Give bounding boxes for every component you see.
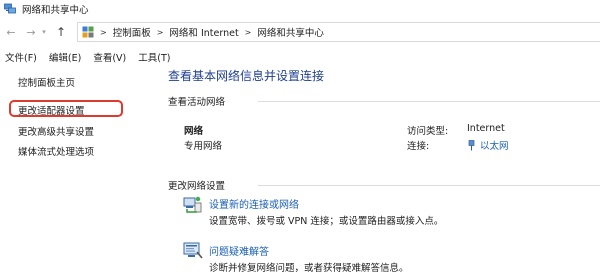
- breadcrumb-control-panel[interactable]: 控制面板: [113, 25, 151, 39]
- title-bar: 网络和共享中心: [0, 0, 600, 18]
- breadcrumb-network-internet[interactable]: 网络和 Internet: [169, 25, 238, 39]
- access-type-label: 访问类型:: [407, 126, 449, 137]
- active-networks-heading: 查看活动网络: [168, 97, 226, 108]
- sidebar-item-change-adapter-settings[interactable]: 更改适配器设置: [18, 103, 85, 117]
- menu-view[interactable]: 查看(V): [93, 50, 126, 64]
- menu-bar: 文件(F) 编辑(E) 查看(V) 工具(T): [0, 48, 600, 66]
- sidebar: 控制面板主页 更改适配器设置 更改高级共享设置 媒体流式处理选项: [0, 66, 160, 279]
- menu-tools[interactable]: 工具(T): [138, 50, 170, 64]
- chevron-right-icon[interactable]: >: [157, 28, 164, 37]
- setup-new-connection-description: 设置宽带、拨号或 VPN 连接；或设置路由器或接入点。: [209, 216, 444, 227]
- sidebar-item-media-streaming[interactable]: 媒体流式处理选项: [18, 144, 94, 158]
- menu-edit[interactable]: 编辑(E): [49, 50, 81, 64]
- window-title: 网络和共享中心: [22, 5, 89, 16]
- address-bar[interactable]: > 控制面板 > 网络和 Internet > 网络和共享中心: [77, 22, 600, 42]
- recent-locations-chevron-icon[interactable]: ▾: [40, 25, 48, 39]
- network-setup-icon: [183, 196, 202, 213]
- connections-label: 连接:: [407, 141, 430, 152]
- main-content: 查看基本网络信息并设置连接 查看活动网络 网络 专用网络 访问类型: Inter…: [160, 66, 600, 279]
- sidebar-item-control-panel-home[interactable]: 控制面板主页: [18, 75, 75, 89]
- setup-new-connection-link[interactable]: 设置新的连接或网络: [209, 196, 299, 211]
- page-title: 查看基本网络信息并设置连接: [168, 69, 325, 83]
- network-name: 网络: [184, 126, 204, 137]
- network-center-icon: [4, 3, 16, 14]
- ethernet-icon: [468, 140, 475, 151]
- section-divider: [258, 185, 600, 186]
- back-arrow-icon[interactable]: ←: [4, 25, 18, 39]
- address-row: ← → ▾ ↑ > 控制面板 > 网络和 Internet > 网络和共享中心: [0, 20, 600, 44]
- menu-file[interactable]: 文件(F): [5, 50, 37, 64]
- breadcrumb-network-sharing-center[interactable]: 网络和共享中心: [257, 25, 324, 39]
- troubleshoot-description: 诊断并修复网络问题，或者获得疑难解答信息。: [209, 263, 409, 274]
- control-panel-icon: [82, 26, 94, 38]
- ethernet-link[interactable]: 以太网: [480, 138, 509, 152]
- section-divider: [258, 101, 600, 102]
- network-type-link[interactable]: 专用网络: [184, 138, 222, 152]
- access-type-value: Internet: [467, 123, 505, 134]
- chevron-right-icon[interactable]: >: [100, 28, 107, 37]
- forward-arrow-icon[interactable]: →: [24, 25, 38, 39]
- chevron-right-icon[interactable]: >: [245, 28, 252, 37]
- change-settings-heading: 更改网络设置: [168, 181, 226, 192]
- sidebar-item-change-advanced-sharing[interactable]: 更改高级共享设置: [18, 124, 94, 138]
- up-arrow-icon[interactable]: ↑: [54, 25, 68, 39]
- troubleshoot-link[interactable]: 问题疑难解答: [209, 243, 269, 258]
- troubleshoot-icon: [183, 242, 203, 259]
